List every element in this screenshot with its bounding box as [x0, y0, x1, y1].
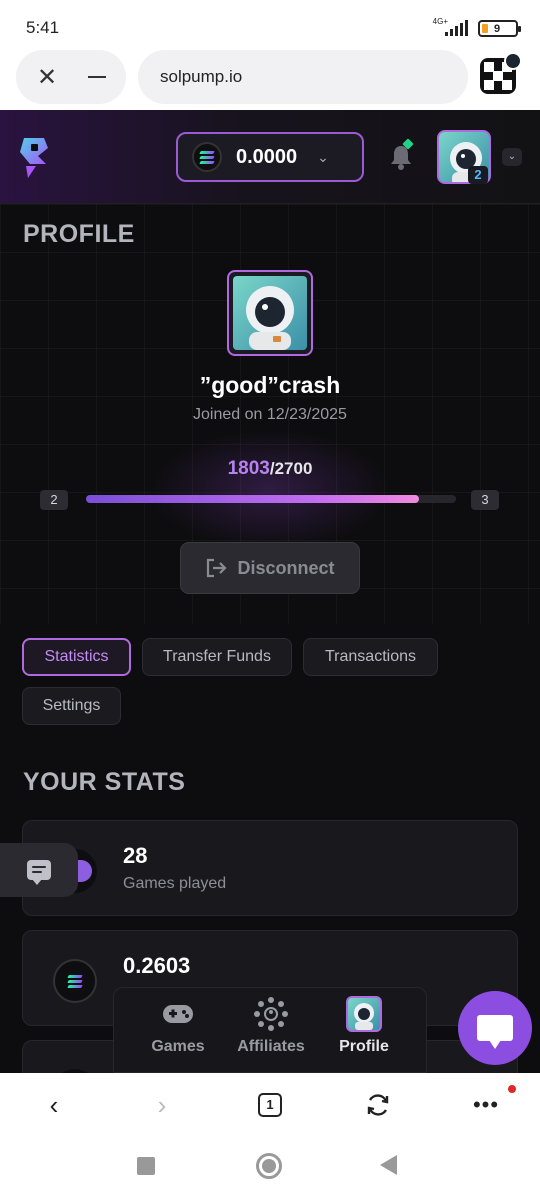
solana-icon	[53, 959, 97, 1003]
refresh-icon[interactable]	[360, 1087, 396, 1123]
status-time: 5:41	[26, 18, 60, 37]
bottom-navigation: Games Affiliates Profile	[113, 987, 427, 1073]
tab-count: 1	[258, 1093, 282, 1117]
chevron-down-icon: ⌄	[317, 148, 329, 165]
username: ”good”crash	[199, 372, 341, 398]
browser-address-bar: ✕ solpump.io	[0, 48, 540, 110]
forward-icon[interactable]: ›	[144, 1087, 180, 1123]
chevron-down-icon[interactable]: ⌄	[502, 148, 522, 166]
balance-dropdown[interactable]: 0.0000 ⌄	[176, 132, 364, 182]
stats-heading: YOUR STATS	[23, 768, 186, 796]
next-level-badge: 3	[471, 490, 499, 510]
signal-icon	[445, 20, 468, 36]
solpump-logo[interactable]	[16, 134, 52, 180]
tab-settings[interactable]: Settings	[22, 687, 121, 725]
gamepad-icon	[160, 996, 196, 1032]
xp-progress-bar	[86, 495, 456, 503]
tab-statistics[interactable]: Statistics	[22, 638, 131, 676]
nav-label: Games	[151, 1038, 205, 1055]
disconnect-button[interactable]: Disconnect	[180, 542, 360, 594]
profile-avatar[interactable]	[227, 270, 313, 356]
xp-current: 1803	[227, 458, 270, 479]
window-controls: ✕	[16, 50, 126, 104]
xp-counter: 1803/2700	[0, 458, 540, 480]
update-indicator	[508, 1085, 516, 1093]
nav-games[interactable]: Games	[128, 988, 228, 1073]
home-icon[interactable]	[256, 1153, 282, 1179]
app-viewport: 0.0000 ⌄ 2 ⌄ PROFILE ”good”crash Joined …	[0, 110, 540, 1073]
profile-heading: PROFILE	[23, 220, 135, 248]
close-icon[interactable]: ✕	[32, 62, 62, 92]
app-header: 0.0000 ⌄ 2 ⌄	[0, 110, 540, 204]
recents-icon[interactable]	[137, 1157, 155, 1175]
join-date: Joined on 12/23/2025	[193, 406, 347, 423]
current-level-badge: 2	[40, 490, 68, 510]
tabs-button[interactable]: 1	[252, 1087, 288, 1123]
stat-card-games-played: 28 Games played	[22, 820, 518, 916]
balance-amount: 0.0000	[236, 145, 298, 168]
chat-toggle-button[interactable]	[0, 843, 78, 897]
disconnect-label: Disconnect	[237, 557, 335, 578]
chat-icon	[477, 1015, 513, 1049]
system-navigation-bar	[0, 1137, 540, 1199]
support-chat-button[interactable]	[458, 991, 532, 1065]
xp-progress-fill	[86, 495, 419, 503]
status-bar: 5:41 4G+ 9	[0, 0, 540, 48]
logout-icon	[207, 558, 228, 578]
nav-label: Profile	[339, 1038, 389, 1055]
xp-max: /2700	[269, 459, 313, 478]
back-triangle-icon[interactable]	[380, 1155, 397, 1175]
wallet-badge-icon	[504, 52, 522, 70]
nav-affiliates[interactable]: Affiliates	[221, 988, 321, 1073]
url-field[interactable]: solpump.io	[138, 50, 468, 104]
user-level-badge: 2	[468, 166, 488, 184]
avatar	[346, 996, 382, 1032]
solana-icon	[192, 142, 222, 172]
battery-level: 9	[494, 22, 501, 35]
nav-profile[interactable]: Profile	[314, 988, 414, 1073]
back-icon[interactable]: ‹	[36, 1087, 72, 1123]
more-menu-icon[interactable]: •••	[468, 1087, 504, 1123]
browser-toolbar: ‹ › 1 •••	[0, 1073, 540, 1137]
affiliates-network-icon	[253, 996, 289, 1032]
glow-decoration	[150, 430, 390, 550]
tab-transfer-funds[interactable]: Transfer Funds	[142, 638, 292, 676]
stat-label: Games played	[123, 875, 227, 892]
minimize-icon[interactable]	[82, 62, 112, 92]
stat-value: 0.2603	[123, 953, 191, 978]
stat-value: 28	[123, 843, 148, 868]
battery-icon: 9	[478, 20, 521, 37]
chat-icon	[27, 860, 51, 885]
tab-transactions[interactable]: Transactions	[303, 638, 438, 676]
nav-label: Affiliates	[237, 1038, 305, 1055]
